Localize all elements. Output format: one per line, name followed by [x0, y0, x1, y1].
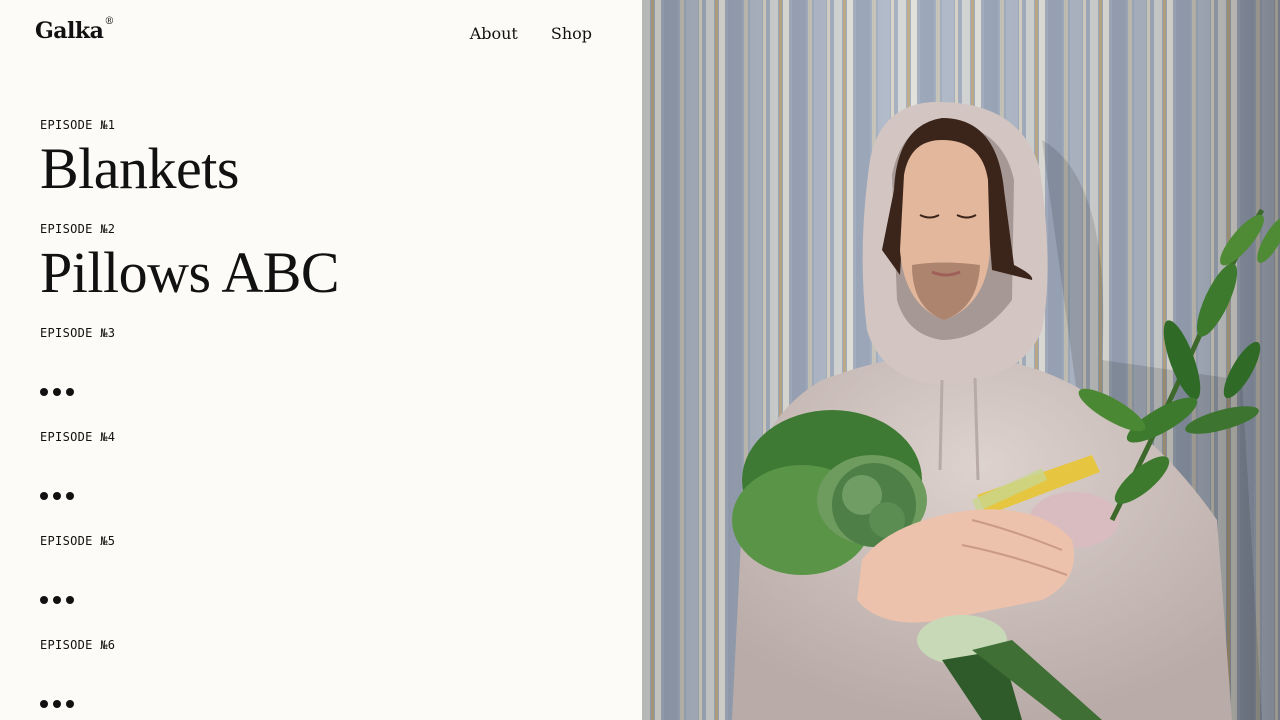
logo-text: Galka — [35, 18, 104, 44]
episode-item-5[interactable]: EPISODE №5 — [40, 534, 620, 638]
ellipsis-icon — [40, 700, 620, 708]
episode-title: Blankets — [40, 136, 239, 201]
page: Galka® About Shop EPISODE №1 Blankets EP… — [0, 0, 1280, 720]
episode-list: EPISODE №1 Blankets EPISODE №2 Pillows A… — [40, 118, 620, 720]
episode-title: Pillows ABC — [40, 240, 340, 305]
ellipsis-icon — [40, 492, 620, 500]
episode-label: EPISODE №3 — [40, 326, 116, 340]
episode-label: EPISODE №6 — [40, 638, 116, 652]
nav-shop-link[interactable]: Shop — [551, 24, 592, 43]
registered-mark: ® — [104, 16, 114, 27]
episode-label: EPISODE №4 — [40, 430, 116, 444]
episode-item-1[interactable]: EPISODE №1 Blankets — [40, 118, 620, 222]
episode-item-6[interactable]: EPISODE №6 — [40, 638, 620, 720]
episode-item-2[interactable]: EPISODE №2 Pillows ABC — [40, 222, 620, 326]
episode-item-3[interactable]: EPISODE №3 — [40, 326, 620, 430]
episode-label: EPISODE №1 — [40, 118, 116, 132]
episode-item-4[interactable]: EPISODE №4 — [40, 430, 620, 534]
hero-photo — [642, 0, 1280, 720]
logo[interactable]: Galka® — [35, 16, 114, 44]
main-nav: About Shop — [470, 24, 592, 43]
ellipsis-icon — [40, 388, 620, 396]
hero-photo-illustration — [642, 0, 1280, 720]
nav-about-link[interactable]: About — [470, 24, 518, 43]
episode-label: EPISODE №2 — [40, 222, 116, 236]
ellipsis-icon — [40, 596, 620, 604]
left-panel: Galka® About Shop EPISODE №1 Blankets EP… — [0, 0, 642, 720]
episode-label: EPISODE №5 — [40, 534, 116, 548]
